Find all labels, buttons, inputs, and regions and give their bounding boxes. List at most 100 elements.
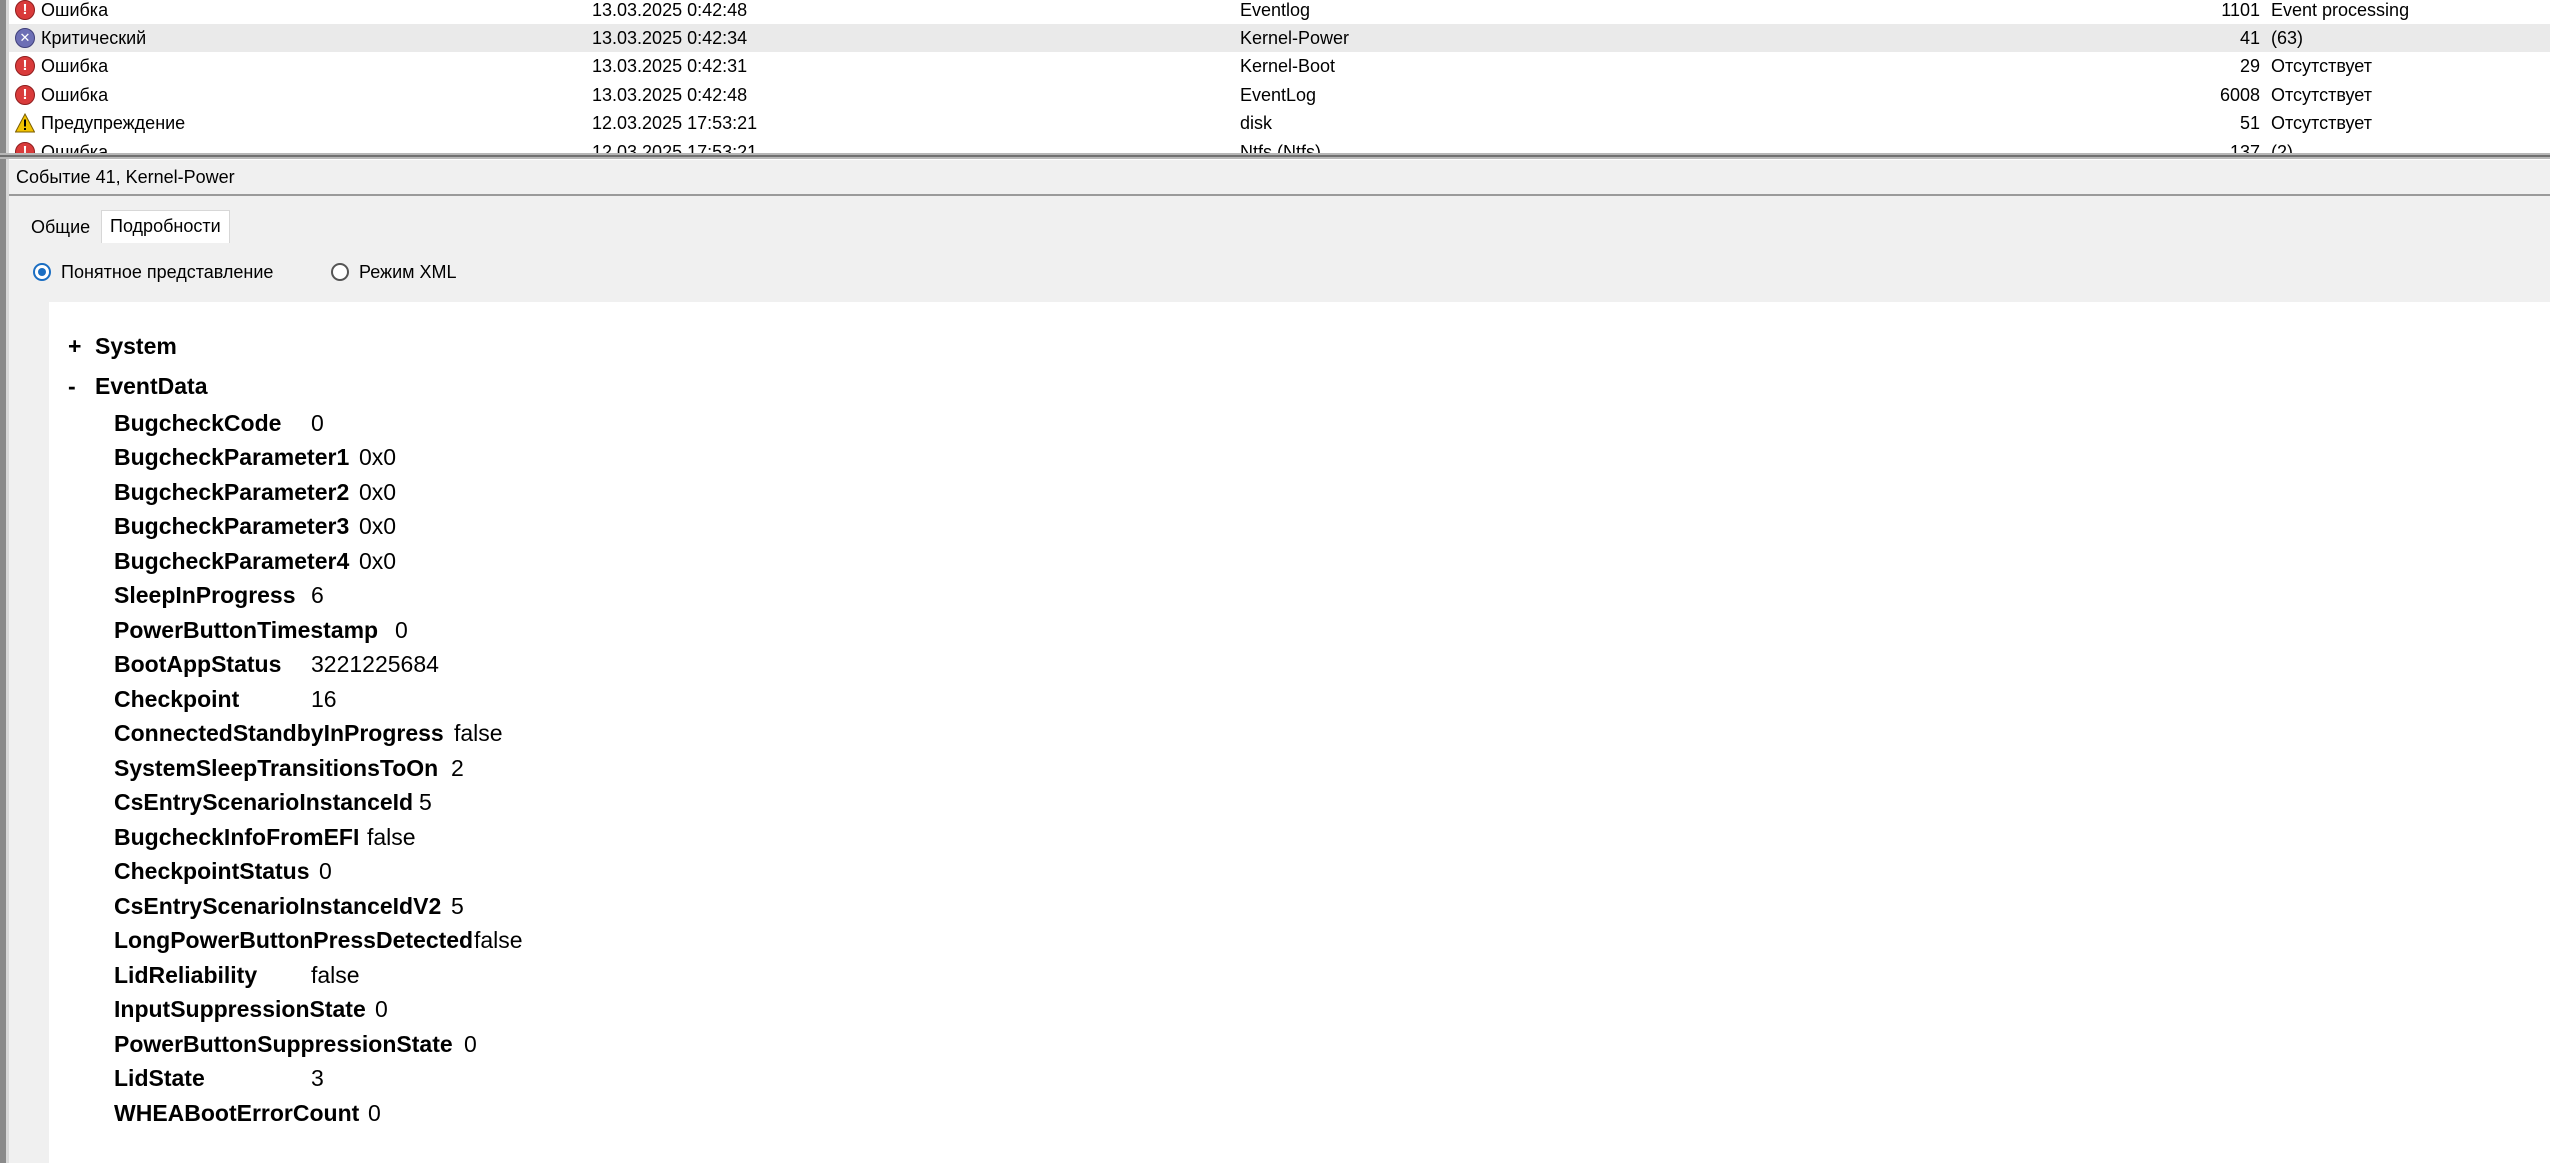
field-key: ConnectedStandbyInProgress xyxy=(114,720,444,746)
field-row: BugcheckInfoFromEFI false xyxy=(114,822,416,852)
field-value: 0 xyxy=(311,410,324,436)
field-row: CheckpointStatus 0 xyxy=(114,856,332,886)
field-value: 0 xyxy=(464,1031,477,1057)
field-key: BugcheckParameter4 xyxy=(114,548,350,574)
event-date: 13.03.2025 0:42:34 xyxy=(592,28,748,48)
event-category: (2) xyxy=(2271,142,2293,153)
event-id: 51 xyxy=(2239,113,2260,133)
event-level: Предупреждение xyxy=(41,113,186,133)
warning-icon xyxy=(15,113,35,133)
error-icon xyxy=(15,56,35,76)
field-key: BugcheckParameter1 xyxy=(114,444,350,470)
event-row[interactable]: Ошибка 13.03.2025 0:42:48 Eventlog 1101 … xyxy=(9,0,2550,24)
event-row[interactable]: Ошибка 12.03.2025 17:53:21 Ntfs (Ntfs) 1… xyxy=(9,138,2550,153)
event-category: (63) xyxy=(2271,28,2304,48)
event-level: Ошибка xyxy=(41,142,109,153)
field-key: PowerButtonSuppressionState xyxy=(114,1031,453,1057)
field-key: LidReliability xyxy=(114,962,258,988)
field-row: LidReliability false xyxy=(114,960,360,990)
event-source: Kernel-Boot xyxy=(1240,56,1336,76)
event-row[interactable]: Предупреждение 12.03.2025 17:53:21 disk … xyxy=(9,109,2550,137)
field-row: LidState 3 xyxy=(114,1063,324,1093)
event-level: Ошибка xyxy=(41,0,109,20)
details-tabs-area: Общие Подробности Понятное представление… xyxy=(9,196,2550,302)
field-row: SystemSleepTransitionsToOn 2 xyxy=(114,753,464,783)
field-row: BugcheckParameter1 0x0 xyxy=(114,442,396,472)
event-source: EventLog xyxy=(1240,85,1317,105)
field-value: 16 xyxy=(311,686,337,712)
field-key: BugcheckCode xyxy=(114,410,282,436)
expand-icon[interactable]: + xyxy=(68,331,81,361)
field-value: 0x0 xyxy=(359,479,397,505)
field-value: 0x0 xyxy=(359,548,397,574)
event-level: Ошибка xyxy=(41,85,109,105)
field-key: PowerButtonTimestamp xyxy=(114,617,379,643)
field-key: BugcheckParameter3 xyxy=(114,513,350,539)
field-key: SleepInProgress xyxy=(114,582,296,608)
event-source: Eventlog xyxy=(1240,0,1311,20)
event-date: 13.03.2025 0:42:48 xyxy=(592,0,748,20)
field-value: 0 xyxy=(395,617,408,643)
event-date: 13.03.2025 0:42:31 xyxy=(592,56,748,76)
event-date: 12.03.2025 17:53:21 xyxy=(592,142,758,153)
event-id: 6008 xyxy=(2219,85,2260,105)
field-value: 0 xyxy=(319,858,332,884)
field-value: 3221225684 xyxy=(311,651,439,677)
event-list[interactable]: Ошибка 13.03.2025 0:42:48 Eventlog 1101 … xyxy=(9,0,2550,153)
tab-general[interactable]: Общие xyxy=(23,212,98,242)
radio-button[interactable] xyxy=(331,263,349,281)
field-row: CsEntryScenarioInstanceIdV2 5 xyxy=(114,891,464,921)
event-id: 137 xyxy=(2229,142,2260,153)
field-row: WHEABootErrorCount 0 xyxy=(114,1098,381,1128)
field-row: InputSuppressionState 0 xyxy=(114,994,388,1024)
field-key: LongPowerButtonPressDetected xyxy=(114,927,474,953)
field-row: LongPowerButtonPressDetected false xyxy=(114,925,523,955)
event-row[interactable]: Ошибка 13.03.2025 0:42:48 EventLog 6008 … xyxy=(9,81,2550,109)
event-row-selected[interactable]: Критический 13.03.2025 0:42:34 Kernel-Po… xyxy=(9,24,2550,52)
field-value: 5 xyxy=(419,789,432,815)
event-row[interactable]: Ошибка 13.03.2025 0:42:31 Kernel-Boot 29… xyxy=(9,52,2550,80)
event-source: Ntfs (Ntfs) xyxy=(1240,142,1321,153)
event-source: Kernel-Power xyxy=(1240,28,1350,48)
field-row: BugcheckCode 0 xyxy=(114,408,324,438)
field-row: PowerButtonTimestamp 0 xyxy=(114,615,408,645)
event-date: 13.03.2025 0:42:48 xyxy=(592,85,748,105)
event-id: 29 xyxy=(2239,56,2260,76)
field-value: 2 xyxy=(451,755,464,781)
radio-friendly-label: Понятное представление xyxy=(61,262,274,282)
field-row: PowerButtonSuppressionState 0 xyxy=(114,1029,477,1059)
collapse-icon[interactable]: - xyxy=(68,371,76,401)
error-icon xyxy=(15,142,35,153)
event-level: Критический xyxy=(41,28,147,48)
field-key: SystemSleepTransitionsToOn xyxy=(114,755,439,781)
field-key: BugcheckParameter2 xyxy=(114,479,350,505)
field-row: ConnectedStandbyInProgress false xyxy=(114,718,503,748)
event-category: Отсутствует xyxy=(2271,56,2372,76)
event-level: Ошибка xyxy=(41,56,109,76)
field-value: false xyxy=(367,824,416,850)
event-category: Отсутствует xyxy=(2271,85,2372,105)
field-row: BugcheckParameter4 0x0 xyxy=(114,546,396,576)
pane-splitter[interactable] xyxy=(0,153,2550,159)
tab-details[interactable]: Подробности xyxy=(101,210,230,243)
field-value: false xyxy=(311,962,360,988)
radio-button-selected[interactable] xyxy=(33,263,51,281)
event-date: 12.03.2025 17:53:21 xyxy=(592,113,758,133)
radio-xml-label: Режим XML xyxy=(359,262,457,282)
field-key: BootAppStatus xyxy=(114,651,282,677)
event-details-content: + System - EventData BugcheckCode 0 Bugch… xyxy=(49,302,2550,1163)
field-row: CsEntryScenarioInstanceId 5 xyxy=(114,787,432,817)
field-row: BugcheckParameter3 0x0 xyxy=(114,511,396,541)
event-id: 1101 xyxy=(2221,0,2260,20)
node-label: EventData xyxy=(95,373,208,399)
field-value: 5 xyxy=(451,893,464,919)
error-icon xyxy=(15,0,35,20)
field-key: InputSuppressionState xyxy=(114,996,366,1022)
field-key: BugcheckInfoFromEFI xyxy=(114,824,360,850)
field-value: false xyxy=(474,927,523,953)
field-value: 3 xyxy=(311,1065,324,1091)
field-key: CsEntryScenarioInstanceId xyxy=(114,789,414,815)
field-value: 6 xyxy=(311,582,324,608)
window-left-edge xyxy=(0,0,9,1163)
event-source: disk xyxy=(1240,113,1273,133)
